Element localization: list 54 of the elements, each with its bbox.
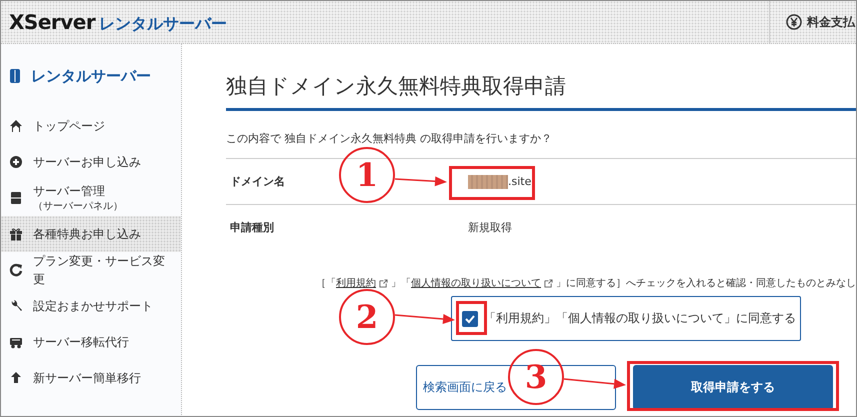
sidebar-title: レンタルサーバー — [31, 66, 151, 86]
external-link-icon — [379, 278, 388, 288]
plus-icon — [9, 155, 23, 169]
sidebar-item[interactable]: プラン変更・サービス変更 — [1, 252, 181, 288]
item-label: 各種特典お申し込み — [33, 226, 141, 243]
agree-checkbox[interactable] — [462, 310, 478, 326]
truck-icon — [9, 335, 23, 349]
step-number: 3 — [508, 349, 564, 405]
item-sublabel: （サーバーパネル） — [33, 200, 123, 214]
pointer-arrow — [394, 176, 447, 186]
pointer-arrow — [394, 314, 455, 324]
check-icon — [464, 312, 476, 324]
upload-icon — [9, 371, 23, 385]
sidebar-item[interactable]: 各種特典お申し込み — [1, 216, 181, 252]
page-title: 独自ドメイン永久無料特典取得申請 — [226, 72, 856, 111]
sidebar-item[interactable]: サーバー管理 （サーバーパネル） — [1, 180, 181, 216]
row-value: 新規取得 — [468, 220, 512, 235]
refresh-icon — [9, 263, 23, 277]
server-icon — [9, 191, 23, 205]
pointer-arrow — [564, 378, 626, 389]
yen-icon[interactable] — [786, 14, 802, 30]
item-label: サーバーお申し込み — [33, 154, 141, 171]
brand-logo: XServer — [9, 10, 96, 34]
agree-label: 「利用規約」「個人情報の取り扱いについて」に同意する — [484, 310, 796, 327]
step-number: 2 — [339, 289, 395, 345]
terms-link[interactable]: 個人情報の取り扱いについて — [411, 278, 556, 289]
sidebar-item[interactable]: 新サーバー簡単移行 — [1, 360, 181, 396]
terms-link[interactable]: 利用規約 — [336, 278, 391, 289]
agreement-box[interactable]: 「利用規約」「個人情報の取り扱いについて」に同意する — [451, 296, 801, 341]
product-name: レンタルサーバー — [99, 14, 228, 34]
gift-icon — [9, 227, 23, 241]
item-label: プラン変更・サービス変更 — [33, 253, 166, 288]
sidebar-item[interactable]: サーバーお申し込み — [1, 144, 181, 180]
row-label: 申請種別 — [230, 221, 274, 234]
sidebar-item[interactable]: 設定おまかせサポート — [1, 288, 181, 324]
book-icon — [9, 68, 21, 84]
sidebar-item[interactable]: サーバー移転代行 — [1, 324, 181, 360]
sidebar-item[interactable]: トップページ — [1, 108, 181, 144]
billing-link[interactable]: 料金支払 — [807, 14, 855, 30]
submit-button[interactable]: 取得申請をする — [633, 365, 833, 410]
row-label: ドメイン名 — [230, 175, 285, 188]
item-label: 設定おまかせサポート — [33, 298, 153, 315]
item-label: サーバー管理 — [33, 183, 106, 200]
confirm-question: この内容で 独自ドメイン永久無料特典 の取得申請を行いますか？ — [226, 131, 553, 146]
step-number: 1 — [339, 147, 395, 203]
item-label: サーバー移転代行 — [33, 334, 129, 351]
item-label: トップページ — [33, 118, 105, 135]
home-icon — [9, 119, 23, 133]
wrench-icon — [9, 299, 23, 313]
highlight-box — [456, 301, 487, 335]
external-link-icon — [544, 278, 553, 288]
row-value: .site — [508, 175, 532, 188]
notice-text: ［「利用規約 」「個人情報の取り扱いについて 」に同意する］へチェックを入れると確認・同意したものとみなし — [315, 276, 856, 290]
item-label: 新サーバー簡単移行 — [33, 370, 141, 387]
